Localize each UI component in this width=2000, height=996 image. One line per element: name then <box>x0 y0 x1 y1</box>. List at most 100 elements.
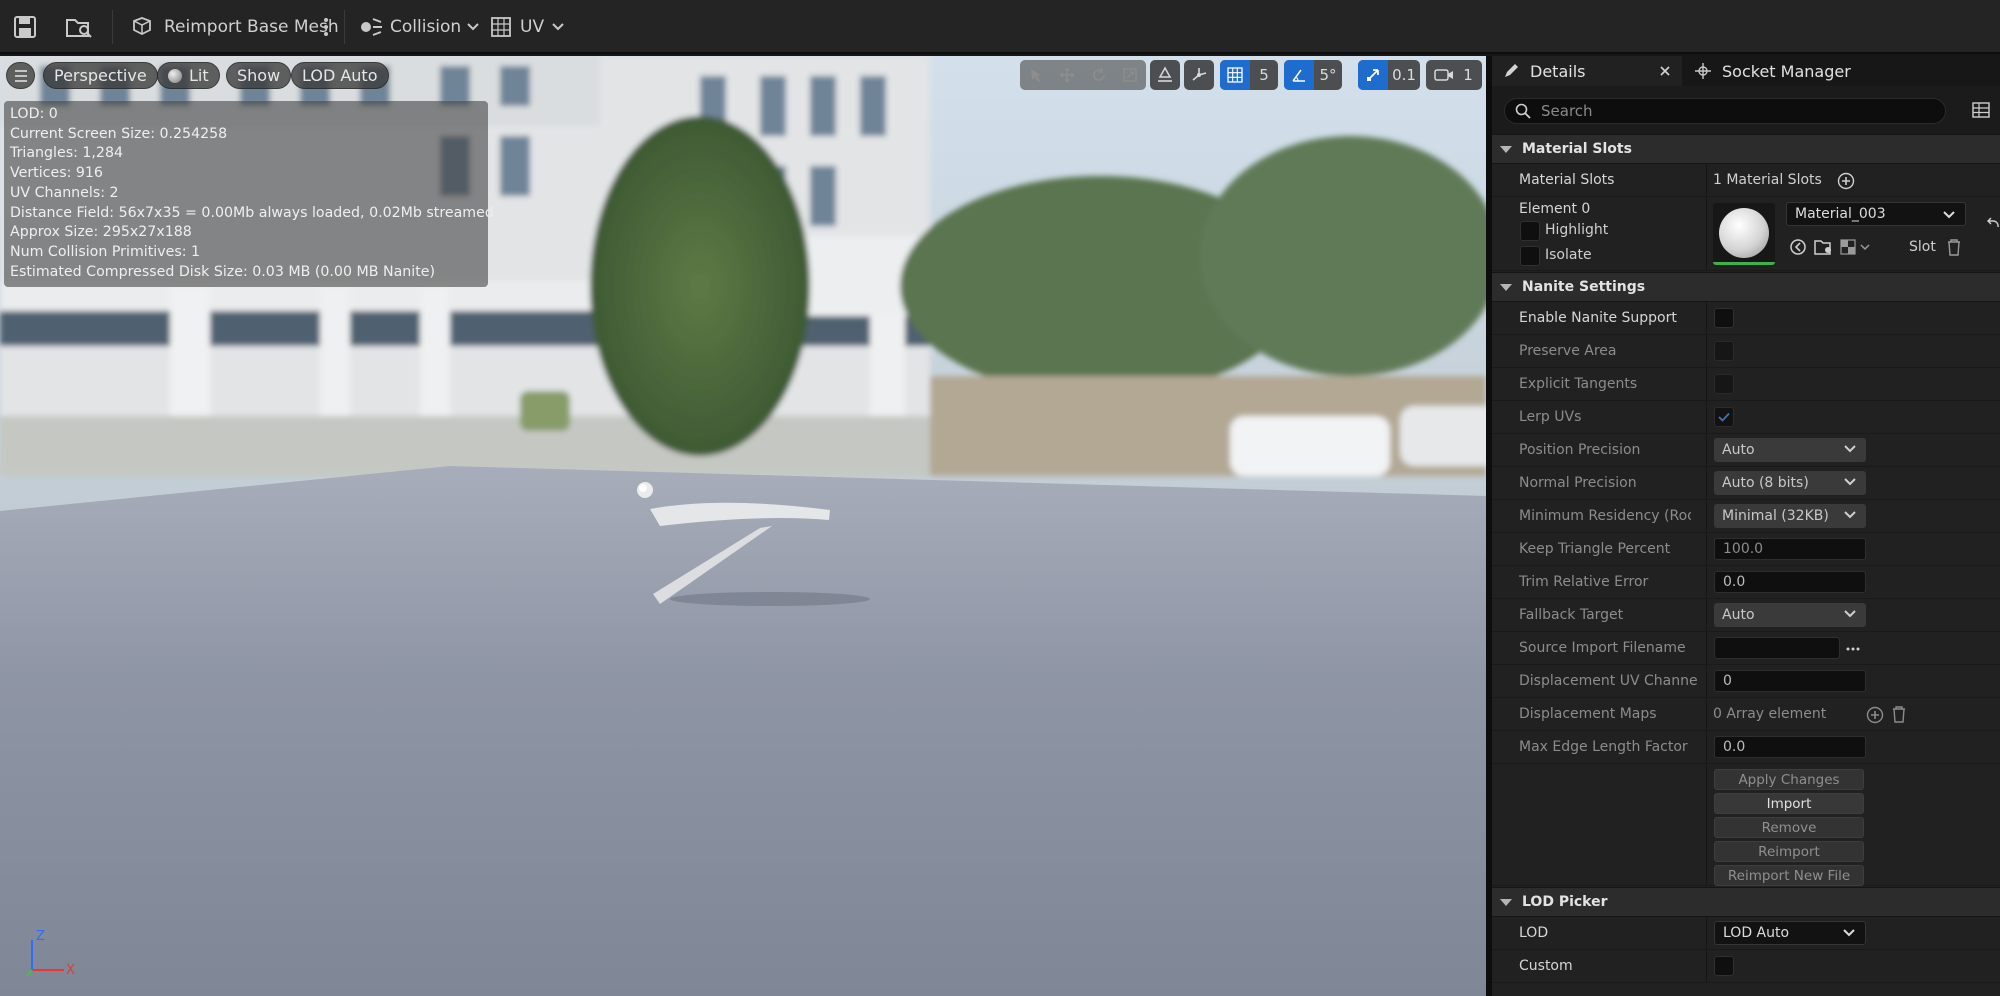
rotation-snap-button[interactable]: 5° <box>1284 60 1342 90</box>
keep-triangle-input[interactable]: 100.0 <box>1714 538 1866 560</box>
view-mode-lit-button[interactable]: Lit <box>157 62 220 89</box>
rotation-snap-toggle[interactable] <box>1284 60 1314 90</box>
material-slots-label: Material Slots <box>1519 172 1615 188</box>
surface-snapping-button[interactable] <box>1150 60 1180 90</box>
displacement-uv-input[interactable]: 0 <box>1714 670 1866 692</box>
trim-error-value: 0.0 <box>1723 574 1746 590</box>
details-panel: Details Socket Manager Search Material S… <box>1492 56 2000 996</box>
close-icon[interactable] <box>1660 66 1670 76</box>
category-material-slots[interactable]: Material Slots <box>1492 134 2000 164</box>
trash-icon[interactable] <box>1946 238 1962 256</box>
tab-details[interactable]: Details <box>1492 56 1682 86</box>
lit-sphere-icon <box>168 68 182 83</box>
lerp-uvs-row: Lerp UVs <box>1492 401 2000 434</box>
world-local-toggle[interactable] <box>1184 60 1214 90</box>
property-matrix-button[interactable] <box>1972 101 1990 123</box>
minimum-residency-row: Minimum Residency (Root Geometry) Minima… <box>1492 500 2000 533</box>
normal-precision-row: Normal Precision Auto (8 bits) <box>1492 467 2000 500</box>
material-select[interactable]: Material_003 <box>1786 202 1966 226</box>
explicit-tangents-checkbox[interactable] <box>1714 374 1734 394</box>
chevron-down-icon <box>1844 511 1856 519</box>
enable-nanite-row: Enable Nanite Support <box>1492 302 2000 335</box>
reimport-new-file-label: Reimport New File <box>1727 867 1851 884</box>
grid-snap-button[interactable]: 5 <box>1220 60 1278 90</box>
isolate-label: Isolate <box>1545 247 1592 263</box>
perspective-button[interactable]: Perspective <box>43 62 158 89</box>
collision-menu-button[interactable]: Collision <box>358 0 479 54</box>
chevron-down-icon <box>1943 211 1955 219</box>
static-mesh-viewport[interactable]: Perspective Lit Show LOD Auto 5 5° 0.1 1… <box>0 56 1486 996</box>
kebab-menu-icon <box>324 18 328 36</box>
category-label: Nanite Settings <box>1522 279 1646 295</box>
lod-label: LOD Auto <box>302 66 378 85</box>
add-icon[interactable] <box>1866 706 1884 724</box>
stat-line: UV Channels: 2 <box>10 184 119 201</box>
category-lod-picker[interactable]: LOD Picker <box>1492 887 2000 917</box>
select-arrow-icon[interactable] <box>1028 67 1044 83</box>
browse-folder-icon[interactable] <box>1814 238 1834 256</box>
max-edge-label: Max Edge Length Factor <box>1519 739 1688 755</box>
rotate-icon[interactable] <box>1091 67 1107 83</box>
keep-triangle-label: Keep Triangle Percent <box>1519 541 1671 557</box>
isolate-checkbox[interactable] <box>1520 246 1540 266</box>
fallback-target-select[interactable]: Auto <box>1714 603 1866 627</box>
enable-nanite-checkbox[interactable] <box>1714 308 1734 328</box>
scale-icon[interactable] <box>1122 67 1138 83</box>
ellipsis-icon[interactable] <box>1846 647 1860 651</box>
reimport-button[interactable]: Reimport <box>1714 841 1864 862</box>
normal-precision-value: Auto (8 bits) <box>1722 475 1809 491</box>
lerp-uvs-checkbox[interactable] <box>1714 407 1734 427</box>
material-thumbnail[interactable] <box>1713 203 1775 265</box>
material-slots-row: Material Slots 1 Material Slots <box>1492 164 2000 197</box>
category-nanite-settings[interactable]: Nanite Settings <box>1492 272 2000 302</box>
import-label: Import <box>1766 795 1812 812</box>
hamburger-icon <box>14 69 27 82</box>
tab-socket-manager[interactable]: Socket Manager <box>1690 56 1890 86</box>
max-edge-input[interactable]: 0.0 <box>1714 736 1866 758</box>
category-label: LOD Picker <box>1522 894 1608 910</box>
viewport-menu-button[interactable] <box>6 62 35 89</box>
source-import-input[interactable] <box>1714 637 1840 659</box>
source-import-label: Source Import Filename <box>1519 640 1686 656</box>
trash-icon[interactable] <box>1891 705 1907 723</box>
scale-snap-toggle[interactable] <box>1358 60 1388 90</box>
normal-precision-select[interactable]: Auto (8 bits) <box>1714 471 1866 495</box>
reimport-new-file-button[interactable]: Reimport New File <box>1714 865 1864 886</box>
trim-error-input[interactable]: 0.0 <box>1714 571 1866 593</box>
translate-icon[interactable] <box>1059 67 1075 83</box>
save-button[interactable] <box>12 0 38 54</box>
lod-value: LOD Auto <box>1723 925 1790 941</box>
grid-snap-toggle[interactable] <box>1220 60 1250 90</box>
position-precision-value: Auto <box>1722 442 1755 458</box>
reset-arrow-icon[interactable] <box>1986 217 2000 231</box>
stat-line: Current Screen Size: 0.254258 <box>10 125 228 142</box>
more-options-button[interactable] <box>322 0 330 54</box>
lod-select[interactable]: LOD Auto <box>1714 921 1866 945</box>
displacement-maps-value: 0 Array element <box>1713 706 1827 722</box>
show-button[interactable]: Show <box>226 62 292 89</box>
camera-speed-button[interactable]: 1 <box>1426 60 1482 90</box>
chevron-down-icon <box>1844 478 1856 486</box>
import-button[interactable]: Import <box>1714 793 1864 814</box>
browse-to-asset-button[interactable] <box>64 0 94 54</box>
custom-checkbox[interactable] <box>1714 956 1734 976</box>
lod-row: LOD LOD Auto <box>1492 917 2000 950</box>
position-precision-select[interactable]: Auto <box>1714 438 1866 462</box>
checker-options-icon[interactable] <box>1840 238 1872 256</box>
minimum-residency-select[interactable]: Minimal (32KB) <box>1714 504 1866 528</box>
axis-x-label: X <box>66 963 75 978</box>
use-selected-icon[interactable] <box>1789 238 1807 256</box>
scale-arrow-icon <box>1367 69 1379 81</box>
preserve-area-checkbox[interactable] <box>1714 341 1734 361</box>
element-label: Element 0 <box>1519 201 1591 217</box>
uv-menu-button[interactable]: UV <box>490 0 564 54</box>
scale-snap-button[interactable]: 0.1 <box>1358 60 1420 90</box>
search-icon <box>1515 103 1531 119</box>
remove-button[interactable]: Remove <box>1714 817 1864 838</box>
lod-auto-button[interactable]: LOD Auto <box>291 62 389 89</box>
search-input[interactable]: Search <box>1504 98 1946 124</box>
add-icon[interactable] <box>1837 172 1855 190</box>
highlight-checkbox[interactable] <box>1520 221 1540 241</box>
apply-changes-button[interactable]: Apply Changes <box>1714 769 1864 790</box>
reimport-base-mesh-button[interactable]: Reimport Base Mesh <box>130 0 339 54</box>
